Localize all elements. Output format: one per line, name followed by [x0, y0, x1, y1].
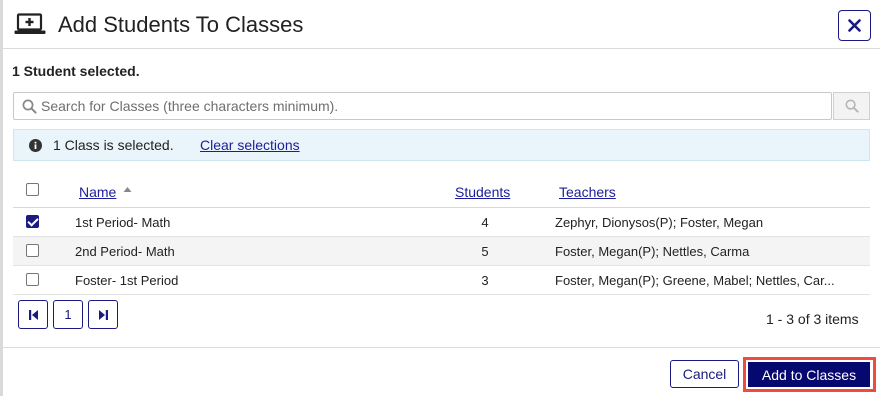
cancel-button[interactable]: Cancel	[670, 360, 739, 388]
pager-info: 1 - 3 of 3 items	[766, 311, 859, 327]
dialog-title: Add Students To Classes	[58, 12, 304, 37]
first-page-icon	[28, 309, 38, 320]
footer-divider	[0, 347, 880, 348]
row-checkbox[interactable]	[26, 273, 39, 286]
close-icon	[848, 19, 861, 32]
clear-selections-link[interactable]: Clear selections	[200, 137, 300, 153]
column-header-name[interactable]: Name	[79, 184, 116, 200]
column-header-students[interactable]: Students	[455, 184, 510, 200]
row-checkbox[interactable]	[26, 215, 39, 228]
first-page-button[interactable]	[18, 300, 48, 329]
teachers-cell: Zephyr, Dionysos(P); Foster, Megan	[555, 215, 764, 230]
classes-table: Name Students Teachers 1st Period- Math …	[13, 174, 870, 295]
teachers-cell: Foster, Megan(P); Nettles, Carma	[555, 244, 750, 259]
add-students-dialog: Add Students To Classes 1 Student select…	[0, 0, 880, 396]
class-name-cell: 1st Period- Math	[75, 215, 171, 230]
table-row[interactable]: Foster- 1st Period 3 Foster, Megan(P); G…	[13, 266, 870, 295]
table-row[interactable]: 1st Period- Math 4 Zephyr, Dionysos(P); …	[13, 208, 870, 237]
class-name-cell: 2nd Period- Math	[75, 244, 175, 259]
column-header-teachers[interactable]: Teachers	[559, 184, 616, 200]
search-icon	[22, 99, 37, 114]
dialog-header: Add Students To Classes	[0, 0, 880, 49]
sort-ascending-icon	[123, 187, 132, 192]
search-input[interactable]	[41, 95, 821, 117]
search-icon	[845, 99, 859, 113]
selected-classes-message: 1 Class is selected.	[53, 137, 174, 153]
table-row[interactable]: 2nd Period- Math 5 Foster, Megan(P); Net…	[13, 237, 870, 266]
selected-students-count: 1 Student selected.	[12, 63, 140, 79]
close-button[interactable]	[838, 10, 871, 41]
backdrop-edge	[0, 0, 3, 396]
students-count-cell: 3	[481, 273, 489, 288]
class-name-cell: Foster- 1st Period	[75, 273, 179, 288]
last-page-button[interactable]	[88, 300, 118, 329]
info-icon	[29, 139, 42, 152]
students-count-cell: 4	[481, 215, 489, 230]
selection-info-bar: 1 Class is selected. Clear selections	[13, 129, 870, 161]
search-button[interactable]	[833, 92, 870, 120]
search-box	[13, 92, 832, 120]
select-all-checkbox[interactable]	[26, 183, 39, 196]
row-checkbox[interactable]	[26, 244, 39, 257]
add-to-classes-button[interactable]: Add to Classes	[748, 362, 870, 387]
last-page-icon	[98, 309, 108, 320]
students-count-cell: 5	[481, 244, 489, 259]
table-header: Name Students Teachers	[13, 174, 870, 208]
teachers-cell: Foster, Megan(P); Greene, Mabel; Nettles…	[555, 273, 835, 288]
laptop-add-icon	[14, 13, 46, 34]
page-number-button[interactable]: 1	[53, 300, 83, 329]
